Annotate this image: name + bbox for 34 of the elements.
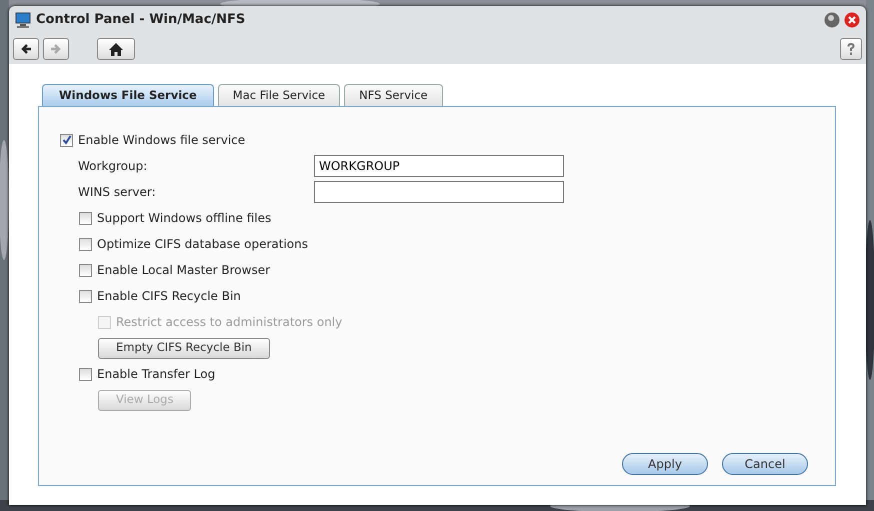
- tab[interactable]: Windows File Service: [42, 84, 214, 106]
- left-arrow-icon: [19, 43, 33, 55]
- monitor-icon: [15, 12, 31, 28]
- checkbox-label: Enable Windows file service: [78, 132, 246, 149]
- field-label: Workgroup:: [78, 158, 148, 175]
- minimize-icon[interactable]: [824, 12, 840, 28]
- checkbox[interactable]: [79, 212, 92, 224]
- checkbox[interactable]: [79, 290, 92, 302]
- action-button[interactable]: Empty CIFS Recycle Bin: [98, 338, 270, 358]
- right-arrow-icon: [49, 43, 63, 55]
- window-title: Control Panel - Win/Mac/NFS: [36, 11, 246, 30]
- checkbox[interactable]: [79, 368, 92, 380]
- help-button[interactable]: [840, 38, 862, 60]
- input-field[interactable]: WORKGROUP: [314, 155, 564, 177]
- checkbox[interactable]: [60, 134, 73, 146]
- close-icon[interactable]: [844, 12, 860, 28]
- checkbox[interactable]: [79, 264, 92, 276]
- help-icon: [846, 42, 856, 56]
- checkbox-label: Enable Local Master Browser: [97, 262, 270, 279]
- dialog-button[interactable]: Apply: [622, 453, 708, 475]
- tab[interactable]: Mac File Service: [218, 84, 340, 106]
- checkbox-label: Enable Transfer Log: [97, 366, 216, 383]
- back-button[interactable]: [13, 38, 39, 60]
- input-field[interactable]: [314, 181, 564, 203]
- tab[interactable]: NFS Service: [344, 84, 443, 106]
- checkbox-label: Restrict access to administrators only: [116, 314, 342, 331]
- home-icon: [109, 42, 123, 56]
- field-label: WINS server:: [78, 184, 157, 201]
- checkbox-label: Enable CIFS Recycle Bin: [97, 288, 241, 305]
- checkbox-label: Optimize CIFS database operations: [97, 236, 308, 253]
- checkbox-label: Support Windows offline files: [97, 210, 272, 227]
- checkbox[interactable]: [79, 238, 92, 250]
- home-button[interactable]: [97, 38, 135, 60]
- dialog-button[interactable]: Cancel: [722, 453, 808, 475]
